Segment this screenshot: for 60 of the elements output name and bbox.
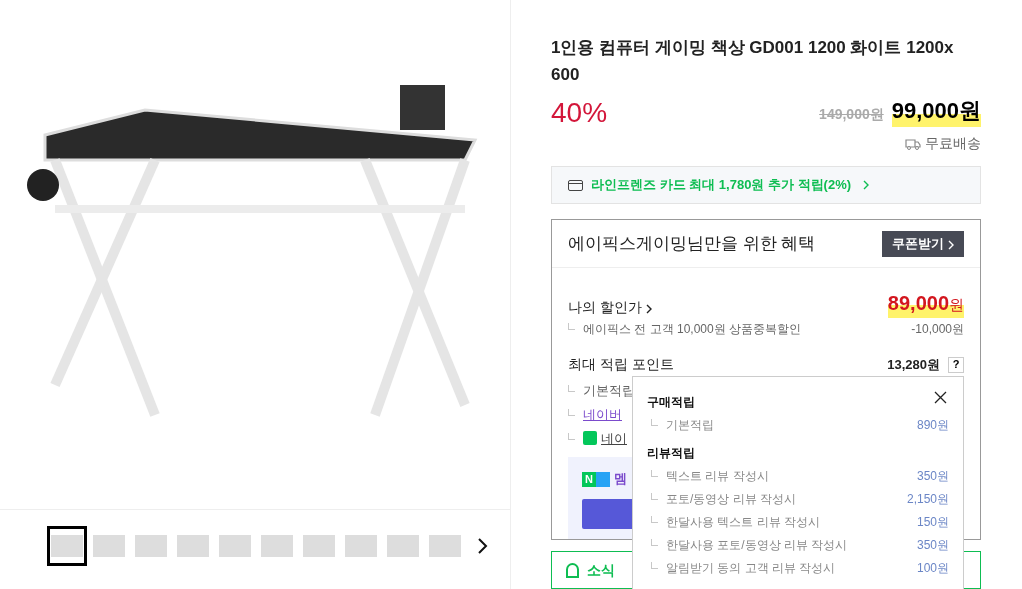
- point-amount: 2,150원: [906, 490, 949, 508]
- indent-mark: [651, 561, 658, 569]
- point-condition: 한달사용 포토/동영상 리뷰 작성시: [647, 535, 848, 554]
- indent-mark: [651, 469, 658, 477]
- free-shipping-label: 무료배송: [925, 134, 981, 153]
- bell-icon: [566, 562, 579, 578]
- photo-placeholder: [345, 535, 377, 557]
- photo-placeholder: [135, 535, 167, 557]
- photo-placeholder: [387, 535, 419, 557]
- indent-mark: [651, 515, 658, 523]
- npay-badge-icon: [583, 431, 597, 446]
- chevron-right-icon: [863, 180, 870, 191]
- photo-placeholder: [261, 535, 293, 557]
- point-condition: 포토/동영상 리뷰 작성시: [647, 489, 796, 508]
- indent-mark: [568, 385, 575, 393]
- close-icon[interactable]: [934, 391, 947, 404]
- indent-mark: [651, 538, 658, 546]
- news-label: 소식: [587, 560, 615, 580]
- photo-placeholder: [303, 535, 335, 557]
- point-amount: 150원: [916, 513, 949, 531]
- indent-mark: [651, 492, 658, 500]
- discount-amount: -10,000원: [911, 321, 964, 339]
- thumbnail[interactable]: [47, 526, 87, 566]
- points-value: 13,280원: [887, 356, 940, 375]
- point-condition: 기본적립: [647, 415, 714, 434]
- section-title: 리뷰적립: [647, 445, 695, 462]
- point-link[interactable]: 네이: [601, 428, 627, 449]
- photo-placeholder: [93, 535, 125, 557]
- credit-card-icon: [568, 179, 583, 191]
- point-condition: 한달사용 텍스트 리뷰 작성시: [647, 512, 820, 531]
- truck-icon: [905, 137, 921, 150]
- point-link[interactable]: 네이버: [583, 404, 622, 425]
- benefits-title: 에이픽스게이밍님만을 위한 혜택: [568, 233, 816, 256]
- original-price: 149,000원: [819, 105, 884, 124]
- point-amount: 100원: [916, 559, 949, 577]
- help-button[interactable]: ?: [948, 356, 964, 373]
- photo-placeholder: [429, 535, 461, 557]
- chevron-right-icon: [645, 303, 652, 314]
- discount-rate: 40%: [551, 99, 608, 127]
- point-condition: 텍스트 리뷰 작성시: [647, 466, 769, 485]
- indent-mark: [651, 418, 658, 426]
- membership-label: 멤: [613, 470, 627, 489]
- chevron-right-icon[interactable]: [475, 537, 489, 555]
- indent-mark: [568, 409, 575, 417]
- coupon-button[interactable]: 쿠폰받기: [882, 230, 964, 257]
- photo-placeholder: [51, 535, 83, 557]
- my-price-link[interactable]: 나의 할인가: [568, 297, 652, 319]
- point-condition: 알림받기 동의 고객 리뷰 작성시: [647, 558, 836, 577]
- points-label: 최대 적립 포인트: [568, 355, 674, 375]
- section-title: 구매적립: [647, 394, 695, 411]
- point-amount: 350원: [916, 467, 949, 485]
- discount-detail: 에이픽스 전 고객 10,000원 상품중복할인: [568, 320, 802, 339]
- photo-placeholder: [219, 535, 251, 557]
- point-amount: 350원: [916, 536, 949, 554]
- product-title: 1인용 컴퓨터 게이밍 책상 GD001 1200 화이트 1200x 600: [551, 37, 955, 86]
- chevron-right-icon: [948, 239, 954, 250]
- photo-placeholder: [177, 535, 209, 557]
- indent-mark: [568, 323, 575, 331]
- point-amount: 890원: [916, 416, 949, 434]
- indent-mark: [568, 433, 575, 441]
